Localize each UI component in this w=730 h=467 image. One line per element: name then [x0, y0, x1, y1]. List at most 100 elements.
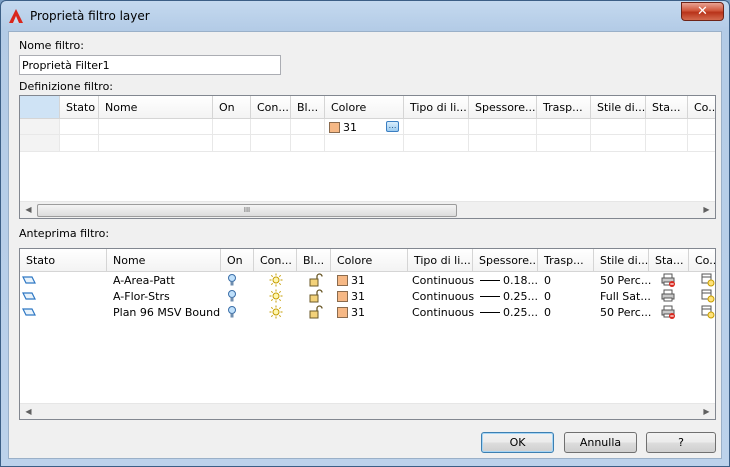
new-viewport-freeze-icon[interactable]	[701, 305, 715, 319]
prev-col-stato[interactable]: Stato	[20, 249, 107, 272]
filter-preview-grid[interactable]: Stato Nome On Con... Bl... Colore Tipo d…	[19, 248, 716, 420]
prev-horizontal-scrollbar[interactable]: ◀ ▶	[20, 403, 715, 419]
layer-name: A-Area-Patt	[113, 274, 175, 287]
scroll-right-arrow-icon[interactable]: ▶	[698, 202, 715, 218]
prev-col-congela[interactable]: Con...	[254, 249, 297, 272]
filter-definition-grid[interactable]: Stato Nome On Con... Bl... Colore Tipo d…	[19, 95, 716, 219]
def-col-trasparenza[interactable]: Trasp...	[537, 96, 591, 119]
layer-plot-style: 50 Perc...	[600, 306, 651, 319]
def-cell-stato[interactable]	[60, 119, 99, 135]
new-viewport-freeze-icon[interactable]	[701, 289, 715, 303]
autocad-logo-icon	[9, 9, 23, 23]
lightbulb-on-icon[interactable]	[225, 305, 239, 319]
def-col-tipo-linea[interactable]: Tipo di li...	[404, 96, 469, 119]
def-cell-trasparenza[interactable]	[537, 119, 591, 135]
layer-plot-style: 50 Perc...	[600, 274, 651, 287]
scroll-left-arrow-icon[interactable]: ◀	[20, 404, 37, 419]
def-cell-empty[interactable]	[469, 135, 537, 152]
layer-name: A-Flor-Strs	[113, 290, 170, 303]
layer-status-icon[interactable]	[22, 273, 36, 287]
def-cell-blocca[interactable]	[291, 119, 325, 135]
def-cell-empty[interactable]	[291, 135, 325, 152]
padlock-unlocked-icon[interactable]	[309, 305, 323, 319]
def-col-nome[interactable]: Nome	[99, 96, 213, 119]
padlock-unlocked-icon[interactable]	[309, 289, 323, 303]
def-col-blocca[interactable]: Bl...	[291, 96, 325, 119]
def-cell-empty[interactable]	[213, 135, 251, 152]
sun-thawed-icon[interactable]	[269, 305, 283, 319]
printer-no-plot-icon[interactable]	[661, 273, 675, 287]
filter-name-input[interactable]: Proprietà Filter1	[19, 55, 281, 75]
printer-no-plot-icon[interactable]	[661, 305, 675, 319]
def-col-colore[interactable]: Colore	[325, 96, 404, 119]
def-cell-nome[interactable]	[99, 119, 213, 135]
lightbulb-on-icon[interactable]	[225, 273, 239, 287]
padlock-unlocked-icon[interactable]	[309, 273, 323, 287]
def-col-stato[interactable]: Stato	[60, 96, 99, 119]
help-button[interactable]: ?	[646, 432, 716, 453]
def-cell-empty[interactable]	[591, 135, 646, 152]
layer-lineweight: 0.25...	[503, 306, 538, 319]
def-col-stampa[interactable]: Sta...	[646, 96, 688, 119]
def-row-header-1	[20, 119, 60, 135]
prev-col-nome[interactable]: Nome	[107, 249, 221, 272]
prev-col-stile-stampa[interactable]: Stile di...	[594, 249, 649, 272]
prev-col-on[interactable]: On	[221, 249, 254, 272]
def-col-congela-nuove[interactable]: Co...	[688, 96, 715, 119]
prev-col-trasparenza[interactable]: Trasp...	[538, 249, 594, 272]
def-cell-stampa[interactable]	[646, 119, 688, 135]
layer-lineweight: 0.25...	[503, 290, 538, 303]
layer-status-icon[interactable]	[22, 305, 36, 319]
def-cell-on[interactable]	[213, 119, 251, 135]
def-cell-empty[interactable]	[60, 135, 99, 152]
cancel-button[interactable]: Annulla	[564, 432, 637, 453]
scroll-right-arrow-icon[interactable]: ▶	[698, 404, 715, 419]
preview-table-row[interactable]: A-Area-Patt 31 Continuous 0.18... 0 50 Perc..…	[20, 272, 715, 288]
def-cell-spessore[interactable]	[469, 119, 537, 135]
def-col-stile-stampa[interactable]: Stile di...	[591, 96, 646, 119]
def-cell-colore[interactable]: 31 …	[325, 119, 404, 135]
def-col-on[interactable]: On	[213, 96, 251, 119]
def-cell-empty[interactable]	[688, 135, 715, 152]
prev-col-tipo-linea[interactable]: Tipo di li...	[408, 249, 473, 272]
def-row-header-2	[20, 135, 60, 152]
layer-transparency: 0	[544, 290, 551, 303]
preview-table-row[interactable]: A-Flor-Strs 31 Continuous 0.25... 0 Full Sat.…	[20, 288, 715, 304]
def-cell-empty[interactable]	[537, 135, 591, 152]
def-cell-tipo-linea[interactable]	[404, 119, 469, 135]
color-picker-button[interactable]: …	[386, 121, 399, 132]
def-horizontal-scrollbar[interactable]: ◀ III ▶	[20, 201, 715, 218]
def-colore-value: 31	[343, 121, 357, 134]
def-cell-empty[interactable]	[99, 135, 213, 152]
layer-linetype: Continuous	[412, 290, 475, 303]
def-cell-empty[interactable]	[404, 135, 469, 152]
sun-thawed-icon[interactable]	[269, 289, 283, 303]
lineweight-sample	[480, 280, 500, 281]
close-button[interactable]: ✕	[681, 2, 724, 21]
scroll-thumb[interactable]: III	[37, 204, 457, 217]
layer-color-value: 31	[351, 274, 365, 287]
prev-col-spessore[interactable]: Spessore...	[473, 249, 538, 272]
def-cell-congela[interactable]	[251, 119, 291, 135]
def-cell-stile[interactable]	[591, 119, 646, 135]
def-cell-empty[interactable]	[646, 135, 688, 152]
new-viewport-freeze-icon[interactable]	[701, 273, 715, 287]
def-cell-empty[interactable]	[251, 135, 291, 152]
row-header-corner	[20, 96, 60, 119]
def-cell-congela-nuove[interactable]	[688, 119, 715, 135]
title-bar[interactable]: Proprietà filtro layer ✕	[1, 1, 729, 31]
prev-col-colore[interactable]: Colore	[331, 249, 408, 272]
def-cell-empty[interactable]	[325, 135, 404, 152]
def-col-spessore[interactable]: Spessore...	[469, 96, 537, 119]
sun-thawed-icon[interactable]	[269, 273, 283, 287]
preview-table-row[interactable]: Plan 96 MSV Bound... 31 Continuous 0.25... 0…	[20, 304, 715, 320]
def-col-congela[interactable]: Con...	[251, 96, 291, 119]
prev-col-congela-nuove[interactable]: Co...	[689, 249, 715, 272]
lightbulb-on-icon[interactable]	[225, 289, 239, 303]
scroll-left-arrow-icon[interactable]: ◀	[20, 202, 37, 218]
printer-icon[interactable]	[661, 289, 675, 303]
layer-status-icon[interactable]	[22, 289, 36, 303]
prev-col-stampa[interactable]: Sta...	[649, 249, 689, 272]
ok-button[interactable]: OK	[481, 432, 554, 453]
prev-col-blocca[interactable]: Bl...	[297, 249, 331, 272]
